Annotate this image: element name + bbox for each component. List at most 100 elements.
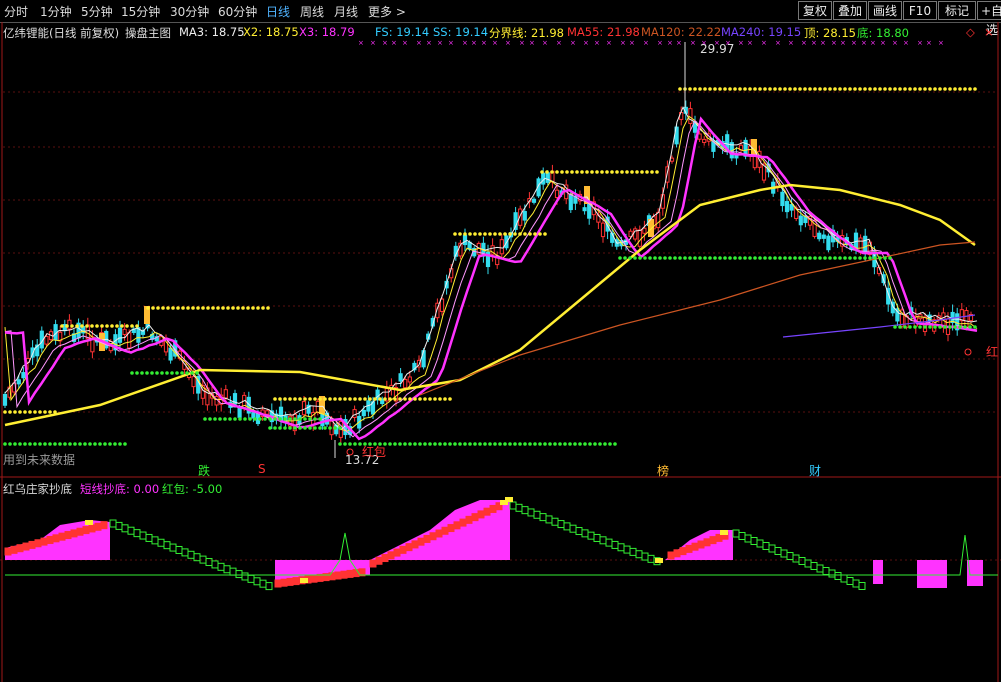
resistance-dots <box>338 397 342 401</box>
sub-step <box>599 536 607 545</box>
resistance-dots <box>348 397 352 401</box>
close-icon[interactable]: × <box>984 25 994 39</box>
sub-step <box>447 524 455 533</box>
candle-body <box>251 412 256 419</box>
ma3-value: MA3: 18.75 <box>179 25 245 39</box>
support-dots <box>268 426 272 430</box>
support-dots <box>118 442 122 446</box>
support-dots <box>208 417 212 421</box>
support-dots <box>788 256 792 260</box>
resistance-dots <box>538 232 542 236</box>
candle-body <box>265 410 270 415</box>
support-dots <box>263 417 267 421</box>
support-dots <box>165 371 169 375</box>
support-dots <box>693 256 697 260</box>
candle-body <box>16 379 21 385</box>
support-dots <box>190 371 194 375</box>
sub-step <box>286 577 294 586</box>
support-dots <box>838 256 842 260</box>
support-dots <box>698 256 702 260</box>
support-dots <box>403 442 407 446</box>
resistance-dots <box>293 397 297 401</box>
resistance-dots <box>838 87 842 91</box>
support-dots <box>783 256 787 260</box>
support-dots <box>98 442 102 446</box>
resistance-dots <box>743 87 747 91</box>
resistance-dots <box>948 87 952 91</box>
sub-step <box>10 545 18 554</box>
sub-step <box>115 521 123 530</box>
sub-tip <box>655 558 663 563</box>
resistance-dots <box>166 306 170 310</box>
sub-step <box>738 532 746 540</box>
support-dots <box>828 256 832 260</box>
kline-chart[interactable]: × × × × × × × × × × × × × × × × × × × × × × × × × × × × × × × × × × × × × × × ×… <box>0 0 1001 682</box>
support-dots <box>18 442 22 446</box>
resistance-dots <box>90 324 94 328</box>
support-dots <box>813 256 817 260</box>
resistance-dots <box>161 306 165 310</box>
support-dots <box>918 325 922 329</box>
resistance-dots <box>146 306 150 310</box>
resistance-dots <box>868 87 872 91</box>
ma120-line <box>419 241 976 396</box>
sub-step <box>828 569 836 578</box>
sub-step <box>858 582 866 590</box>
hongbao-right-label: 红 <box>986 345 999 359</box>
support-dots <box>238 417 242 421</box>
support-dots <box>563 442 567 446</box>
support-dots <box>948 325 952 329</box>
resistance-dots <box>176 306 180 310</box>
resistance-dots <box>473 232 477 236</box>
sub-step <box>679 547 687 556</box>
support-dots <box>273 417 277 421</box>
resistance-dots <box>903 87 907 91</box>
signal-mark: × <box>761 39 767 47</box>
resistance-dots <box>778 87 782 91</box>
support-dots <box>73 442 77 446</box>
candle-body <box>168 347 173 361</box>
resistance-dots <box>251 306 255 310</box>
resistance-dots <box>110 324 114 328</box>
resistance-dots <box>53 410 57 414</box>
resistance-dots <box>18 410 22 414</box>
resistance-dots <box>418 397 422 401</box>
candle-body <box>21 372 26 379</box>
resistance-dots <box>570 170 574 174</box>
sub-step <box>569 524 577 533</box>
signal-mark: × <box>426 39 432 47</box>
resistance-dots <box>698 87 702 91</box>
resistance-dots <box>615 170 619 174</box>
support-dots <box>278 426 282 430</box>
support-dots <box>393 442 397 446</box>
candle-body <box>656 211 661 229</box>
sub-step <box>247 574 255 583</box>
support-dots <box>348 442 352 446</box>
support-dots <box>123 442 127 446</box>
sub-step <box>22 542 30 551</box>
support-dots <box>923 325 927 329</box>
signal-mark: × <box>448 39 454 47</box>
resistance-dots <box>883 87 887 91</box>
support-dots <box>593 442 597 446</box>
resistance-dots <box>625 170 629 174</box>
dx-value: 短线抄底: 0.00 <box>80 482 160 496</box>
support-dots <box>663 256 667 260</box>
diamond-icon[interactable]: ◇ <box>966 25 975 39</box>
sub-step <box>635 550 643 559</box>
sub-step <box>557 520 565 529</box>
resistance-dots <box>550 170 554 174</box>
resistance-dots <box>241 306 245 310</box>
sub-step <box>265 582 273 591</box>
resistance-dots <box>363 397 367 401</box>
support-dots <box>203 417 207 421</box>
resistance-dots <box>28 410 32 414</box>
support-dots <box>353 442 357 446</box>
resistance-dots <box>206 306 210 310</box>
resistance-dots <box>33 410 37 414</box>
signal-mark: × <box>620 39 626 47</box>
sub-step <box>40 537 48 546</box>
support-dots <box>743 256 747 260</box>
support-dots <box>913 325 917 329</box>
sub-step <box>82 526 90 535</box>
